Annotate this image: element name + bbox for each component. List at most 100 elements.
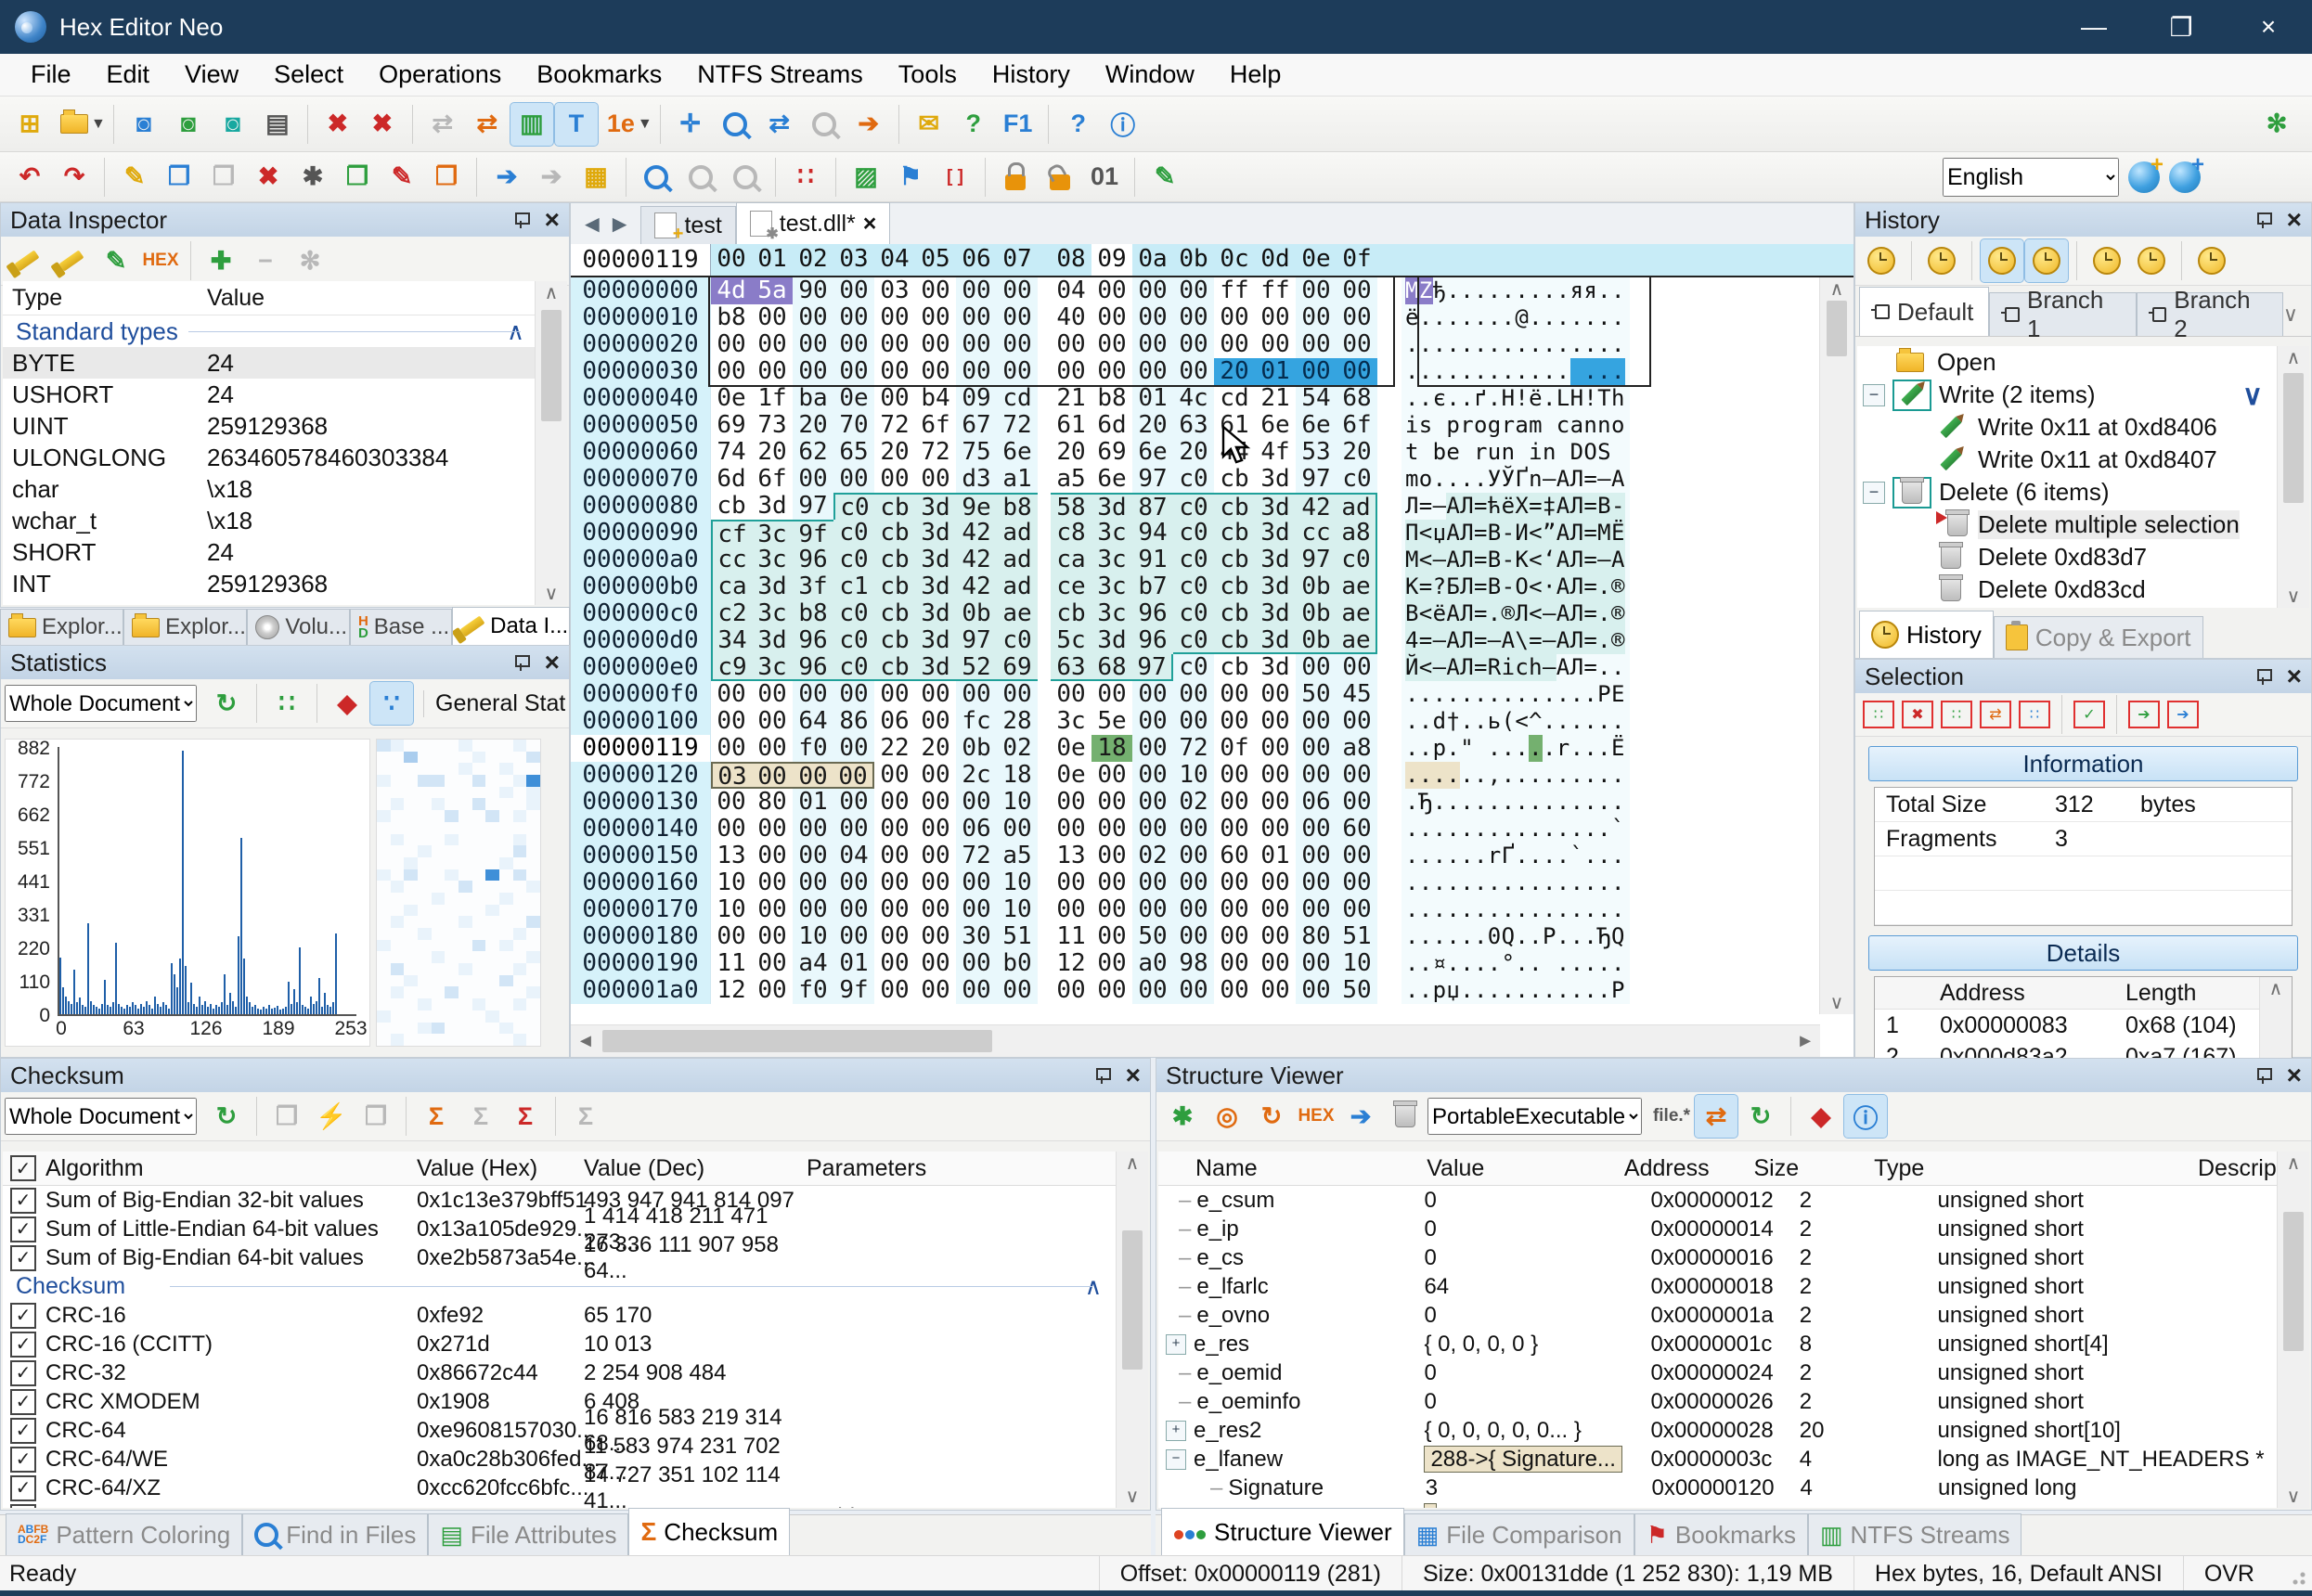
hex-byte[interactable]: 00: [915, 843, 956, 869]
structure-col-value[interactable]: Value: [1427, 1155, 1624, 1182]
close-all-documents-icon[interactable]: ✖: [361, 103, 404, 146]
hex-horizontal-scrollbar[interactable]: ◄►: [571, 1024, 1820, 1057]
hex-byte[interactable]: 00: [752, 304, 793, 331]
hex-byte[interactable]: 00: [874, 950, 915, 977]
hex-byte[interactable]: b8: [1091, 385, 1132, 412]
stats-dotplot-icon[interactable]: ∵: [370, 682, 413, 725]
hex-byte[interactable]: 00: [956, 950, 997, 977]
selection-clear-icon[interactable]: ✖: [1902, 701, 1933, 728]
inspector-remove-type-icon[interactable]: −: [244, 239, 287, 282]
hex-byte[interactable]: 00: [833, 735, 874, 762]
inspector-row[interactable]: USHORT24: [3, 379, 567, 410]
hex-byte[interactable]: 91: [1132, 547, 1173, 573]
history-export-icon[interactable]: [2130, 239, 2173, 282]
add-language-icon[interactable]: [2128, 161, 2160, 193]
hex-byte[interactable]: 96: [793, 654, 833, 681]
hex-byte[interactable]: 00: [1255, 762, 1296, 789]
hex-byte[interactable]: 72: [956, 843, 997, 869]
hex-byte[interactable]: 00: [833, 681, 874, 708]
hex-byte[interactable]: 00: [833, 466, 874, 493]
collapse-caret-icon[interactable]: ∧: [1085, 1273, 1102, 1301]
hex-row[interactable]: 0000015013000004000072a51300020060010000…: [571, 843, 1820, 869]
hex-byte[interactable]: 00: [874, 304, 915, 331]
hex-byte[interactable]: 80: [752, 789, 793, 816]
f1-help-icon[interactable]: F1: [997, 103, 1040, 146]
hex-byte[interactable]: 20: [752, 439, 793, 466]
structure-reevaluate-icon[interactable]: ↻: [1739, 1095, 1782, 1138]
history-import-icon[interactable]: [2086, 239, 2128, 282]
selection-select-all-icon[interactable]: ∷: [1863, 701, 1894, 728]
hex-byte[interactable]: 00: [752, 681, 793, 708]
hex-byte[interactable]: cb: [874, 654, 915, 681]
hex-byte[interactable]: 6f: [1337, 412, 1377, 439]
hex-byte[interactable]: 00: [1214, 331, 1255, 358]
ascii-column[interactable]: ................: [1401, 869, 1630, 896]
print-document-icon[interactable]: ▤: [256, 103, 299, 146]
new-document-icon[interactable]: ⊞: [8, 103, 51, 146]
hex-byte[interactable]: 68: [1091, 654, 1132, 681]
hex-byte[interactable]: cd: [1214, 385, 1255, 412]
hex-byte[interactable]: 4c: [1173, 385, 1214, 412]
hex-byte[interactable]: 00: [1337, 358, 1377, 385]
insert-bookmark-icon[interactable]: ⚑: [889, 156, 932, 199]
web-language-icon[interactable]: [2169, 161, 2201, 193]
hex-byte[interactable]: d3: [956, 466, 997, 493]
hex-byte[interactable]: 00: [1091, 923, 1132, 950]
hex-byte[interactable]: 00: [997, 331, 1038, 358]
ascii-column[interactable]: П<џАЛ=B-И<”АЛ=МЁ: [1401, 520, 1630, 547]
ascii-column[interactable]: ...............`: [1401, 816, 1630, 843]
hex-byte[interactable]: 18: [997, 762, 1038, 789]
hex-byte[interactable]: 3d: [1255, 573, 1296, 600]
hex-byte[interactable]: 69: [711, 412, 752, 439]
hex-byte[interactable]: 00: [1173, 331, 1214, 358]
hex-byte[interactable]: 00: [915, 869, 956, 896]
checksum-scope-select[interactable]: Whole Document: [5, 1098, 197, 1135]
hex-byte[interactable]: 63: [1173, 412, 1214, 439]
hex-byte[interactable]: 00: [1255, 789, 1296, 816]
structure-swap-endian-icon[interactable]: ⇄: [1695, 1095, 1737, 1138]
hex-byte[interactable]: 00: [956, 358, 997, 385]
hex-byte[interactable]: 00: [1091, 331, 1132, 358]
hex-byte[interactable]: 00: [1173, 277, 1214, 304]
hex-row[interactable]: 000001901100a401000000b01200a09800000010…: [571, 950, 1820, 977]
hex-byte[interactable]: 6e: [1255, 412, 1296, 439]
undo-icon[interactable]: ↶: [8, 156, 51, 199]
checksum-clear-icon[interactable]: Σ: [504, 1095, 547, 1138]
structure-row[interactable]: –e_cs00x000000162unsigned short: [1158, 1243, 2309, 1272]
structure-col-name[interactable]: Name: [1158, 1155, 1427, 1182]
hex-byte[interactable]: 00: [711, 923, 752, 950]
inspector-col-type[interactable]: Type: [3, 285, 198, 312]
copy-icon[interactable]: ❐: [158, 156, 200, 199]
ascii-column[interactable]: ......rҐ....`...: [1401, 843, 1630, 869]
hex-byte[interactable]: 00: [874, 762, 915, 789]
hex-row[interactable]: 000000a0cc3c96c0cb3d42adca3c91c0cb3d97c0…: [571, 547, 1820, 573]
hex-byte[interactable]: 42: [956, 573, 997, 600]
hex-byte[interactable]: 3d: [915, 573, 956, 600]
pin-icon[interactable]: [513, 212, 528, 227]
inspector-edit-icon[interactable]: ✎: [95, 239, 137, 282]
hex-byte[interactable]: 00: [1214, 708, 1255, 735]
hex-byte[interactable]: cb: [711, 493, 752, 520]
hex-byte[interactable]: c0: [1173, 547, 1214, 573]
hex-byte[interactable]: 00: [997, 681, 1038, 708]
hex-byte[interactable]: 3c: [752, 600, 793, 627]
hex-byte[interactable]: 00: [1173, 869, 1214, 896]
inspector-hexdec-icon[interactable]: HEX: [139, 239, 182, 282]
checksum-row[interactable]: ✓CRC-320x86672c442 254 908 484: [3, 1358, 1148, 1387]
hex-byte[interactable]: 00: [1255, 950, 1296, 977]
close-document-icon[interactable]: ✖: [316, 103, 359, 146]
hex-byte[interactable]: 00: [915, 466, 956, 493]
history-dock-tab-history[interactable]: History: [1859, 611, 1994, 658]
hex-byte[interactable]: c0: [833, 547, 874, 573]
status-overwrite[interactable]: OVR: [2183, 1556, 2275, 1591]
algorithm-checkbox[interactable]: ✓: [10, 1389, 36, 1415]
hex-byte[interactable]: 00: [1337, 654, 1377, 681]
checksum-scrollbar[interactable]: ∧∨: [1116, 1152, 1148, 1508]
hex-byte[interactable]: 01: [1255, 358, 1296, 385]
history-item[interactable]: −Write (2 items): [1857, 379, 2278, 411]
structure-col-type[interactable]: Type: [1874, 1155, 2198, 1182]
pin-icon[interactable]: [513, 655, 528, 670]
hex-byte[interactable]: 00: [1214, 816, 1255, 843]
hex-byte[interactable]: 00: [1296, 331, 1337, 358]
paste-special-icon[interactable]: ✱: [291, 156, 334, 199]
